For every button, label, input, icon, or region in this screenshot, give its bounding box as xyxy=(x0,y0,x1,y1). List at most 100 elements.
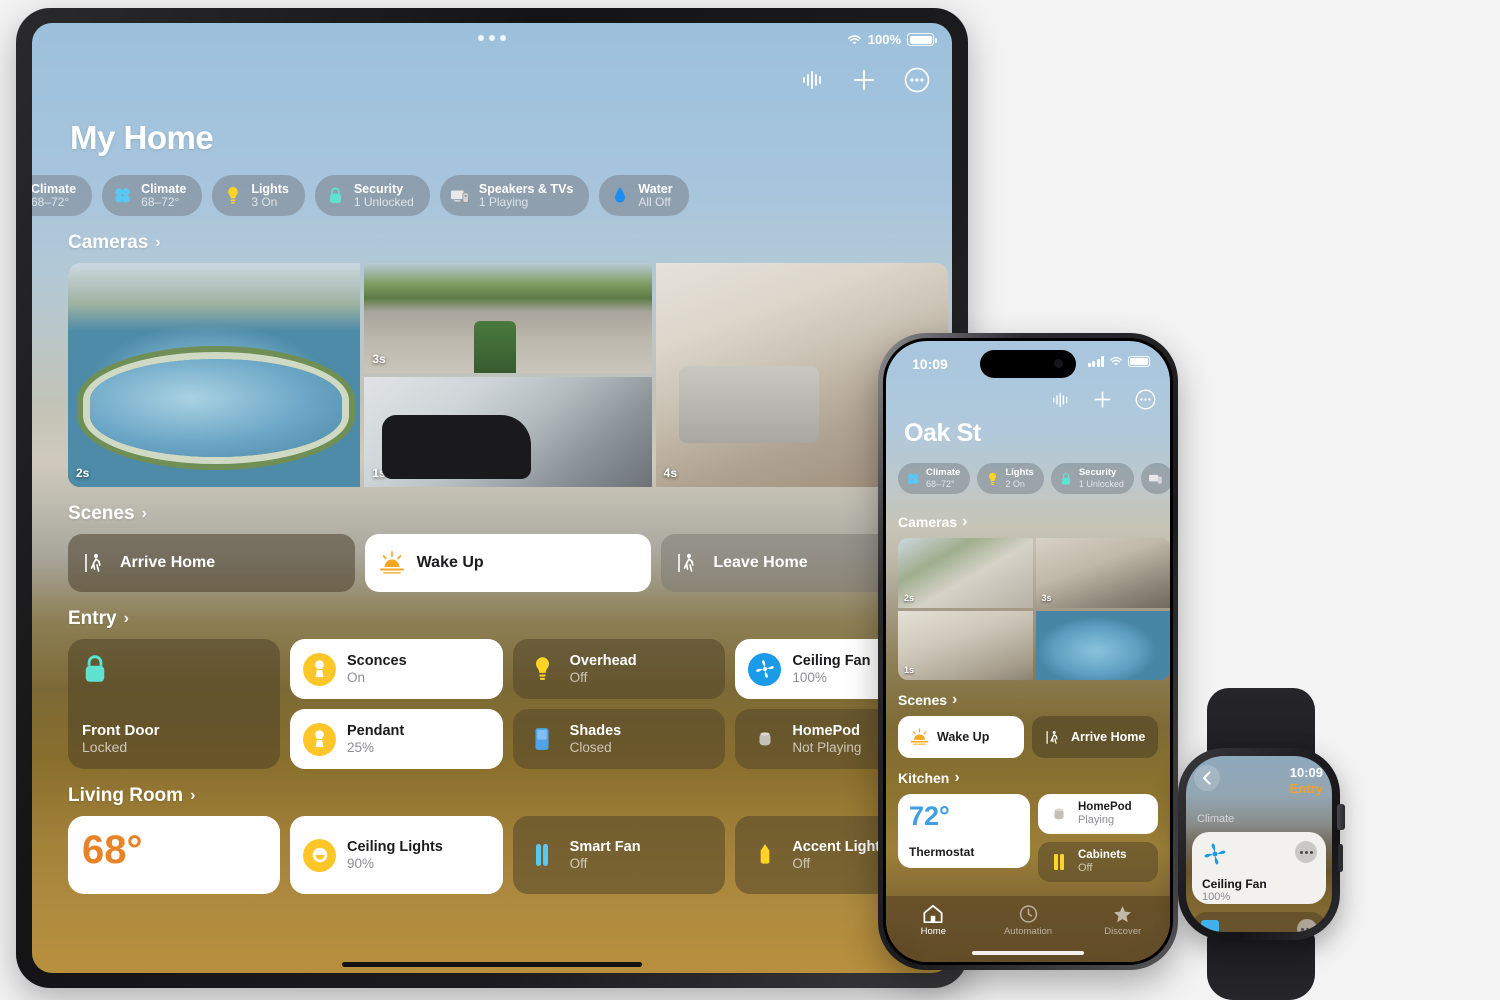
status-chip-lights[interactable]: Lights 2 On xyxy=(977,463,1044,495)
status-chip-lights[interactable]: Lights 3 On xyxy=(212,175,305,217)
section-header-cameras[interactable]: Cameras › xyxy=(898,513,1158,531)
accessory-kitchen-thermostat[interactable]: 72° Thermostat xyxy=(898,794,1030,868)
section-header-scenes[interactable]: Scenes › xyxy=(68,503,932,525)
section-header-scenes[interactable]: Scenes › xyxy=(898,691,1158,709)
status-chip-security[interactable]: Security 1 Unlocked xyxy=(314,175,430,217)
camera-tile[interactable]: 1s xyxy=(898,610,1033,680)
accessory-name: Ceiling Fan xyxy=(792,652,871,669)
chevron-right-icon: › xyxy=(141,505,147,523)
section-header-kitchen[interactable]: Kitchen › xyxy=(898,769,1158,787)
accessory-name: Front Door xyxy=(82,722,160,740)
ipad-toolbar xyxy=(802,67,930,93)
side-button[interactable] xyxy=(1338,844,1343,872)
status-chip-water[interactable]: Water All Off xyxy=(599,175,689,217)
more-options-button[interactable] xyxy=(1297,919,1317,932)
section-label: Scenes xyxy=(68,503,135,525)
add-button[interactable] xyxy=(852,68,876,92)
accessory-overhead[interactable]: Overhead Off xyxy=(512,639,726,700)
camera-tile[interactable]: 3s xyxy=(364,263,652,374)
section-header-cameras[interactable]: Cameras › xyxy=(68,232,932,254)
watch-accessory-next[interactable] xyxy=(1192,912,1326,932)
scene-label: Arrive Home xyxy=(120,554,216,572)
tab-discover[interactable]: Discover xyxy=(1075,904,1170,937)
section-header-living-room[interactable]: Living Room › xyxy=(68,785,932,807)
iphone-home-content: Cameras › 2s 3s 1s Scenes › Wake Up Arri… xyxy=(898,513,1170,962)
accessory-homepod[interactable]: HomePod Playing xyxy=(1038,794,1158,834)
accessory-ceiling-lights[interactable]: Ceiling Lights 90% xyxy=(290,816,503,895)
scene-wake-up[interactable]: Wake Up xyxy=(898,716,1024,758)
chevron-left-icon xyxy=(1203,771,1211,785)
accessory-columns: Sconces On Overhead Off Ceiling Fan 100%… xyxy=(290,639,948,770)
digital-crown[interactable] xyxy=(1337,804,1345,830)
tab-home[interactable]: Home xyxy=(886,904,981,937)
battery-icon xyxy=(1128,356,1150,367)
lock-icon xyxy=(82,653,112,687)
accessory-status: Off xyxy=(1078,862,1093,875)
clock-icon xyxy=(1019,905,1037,923)
accessory-living-room-thermostat[interactable]: 68° xyxy=(68,816,280,895)
accessory-name: Pendant xyxy=(347,722,405,739)
ipad-status-bar: 100% xyxy=(847,32,937,47)
star-icon xyxy=(1114,906,1132,923)
scene-arrive-home[interactable]: Arrive Home xyxy=(68,534,355,593)
accessory-shades[interactable]: Shades Closed xyxy=(512,709,726,770)
scene-label: Leave Home xyxy=(713,554,808,572)
chip-title: Security xyxy=(1078,467,1117,478)
accessory-pendant[interactable]: Pendant 25% xyxy=(290,709,503,770)
accessory-name: HomePod xyxy=(1078,800,1132,813)
scene-label: Wake Up xyxy=(937,730,990,744)
accessory-name: Ceiling Fan xyxy=(1202,877,1267,891)
add-button[interactable] xyxy=(1093,390,1112,414)
status-chip-cutoff[interactable]: Climate 68–72° xyxy=(32,175,93,217)
chip-status: 1 Unlocked xyxy=(353,195,414,209)
chip-status: All Off xyxy=(638,195,671,209)
status-chip-security[interactable]: Security 1 Unlocked xyxy=(1050,463,1134,495)
accessory-status: Off xyxy=(792,856,811,872)
accessory-sconces[interactable]: Sconces On xyxy=(290,639,503,700)
audio-waveform-icon[interactable] xyxy=(802,70,824,90)
camera-tile[interactable] xyxy=(1035,610,1170,680)
accessory-name: Ceiling Lights xyxy=(347,838,443,855)
scene-arrive-home[interactable]: Arrive Home xyxy=(1032,716,1158,758)
accessory-status: On xyxy=(347,670,366,686)
accessory-status: Off xyxy=(569,670,588,686)
accessory-status: Off xyxy=(569,856,588,872)
sconce-icon xyxy=(303,652,336,686)
more-options-button[interactable] xyxy=(1135,389,1156,415)
status-chip-speakers-tvs[interactable]: Speakers & TVs 1 Playing xyxy=(439,175,590,217)
section-header-entry[interactable]: Entry › xyxy=(68,608,932,630)
camera-tile[interactable]: 2s xyxy=(898,538,1033,608)
accessory-name: Overhead xyxy=(569,652,637,669)
section-label: Living Room xyxy=(68,785,184,807)
tab-automation[interactable]: Automation xyxy=(981,904,1076,937)
battery-percent-label: 100% xyxy=(867,32,901,47)
ipad-home-content: My Home Climate 68–72° Climate 68–72° Li… xyxy=(32,101,952,973)
accessory-smart-fan[interactable]: Smart Fan Off xyxy=(512,816,726,895)
camera-grid: 2s 3s 1s xyxy=(898,538,1170,680)
accessory-columns: Ceiling Lights 90% Smart Fan Off Accent … xyxy=(290,816,948,895)
accessory-cabinets[interactable]: Cabinets Off xyxy=(1038,842,1158,882)
watch-accessory-ceiling-fan[interactable]: Ceiling Fan 100% xyxy=(1192,832,1326,904)
scene-wake-up[interactable]: Wake Up xyxy=(364,534,652,593)
camera-tile[interactable]: 2s xyxy=(68,263,361,488)
camera-column: 3s 1s xyxy=(364,263,652,488)
more-options-button[interactable] xyxy=(904,67,930,93)
accessory-status: Closed xyxy=(569,740,612,756)
back-button[interactable] xyxy=(1194,765,1220,791)
status-chip-speakers-tvs[interactable] xyxy=(1140,463,1170,495)
camera-tile[interactable]: 1s xyxy=(364,377,652,488)
accessory-status: Playing xyxy=(1078,814,1115,827)
chip-status: 68–72° xyxy=(141,195,180,209)
watch-screen: 10:09 Entry Climate Ceiling Fan 100% xyxy=(1186,756,1332,932)
ipad-screen: 100% My Home Climate 68–72° Climate 68–7… xyxy=(32,23,952,973)
square-icon xyxy=(1201,920,1219,932)
more-options-button[interactable] xyxy=(1295,841,1317,863)
cellular-signal-icon xyxy=(1088,356,1104,367)
multitasking-dots-icon[interactable] xyxy=(478,35,506,41)
status-chip-climate[interactable]: Climate 68–72° xyxy=(102,175,203,217)
accessory-front-door[interactable]: Front Door Locked xyxy=(68,639,280,770)
status-chip-climate[interactable]: Climate 68–72° xyxy=(898,463,971,495)
camera-tile[interactable]: 3s xyxy=(1035,538,1170,608)
audio-waveform-icon[interactable] xyxy=(1052,392,1070,413)
apple-watch-device: 10:09 Entry Climate Ceiling Fan 100% xyxy=(1178,748,1345,940)
